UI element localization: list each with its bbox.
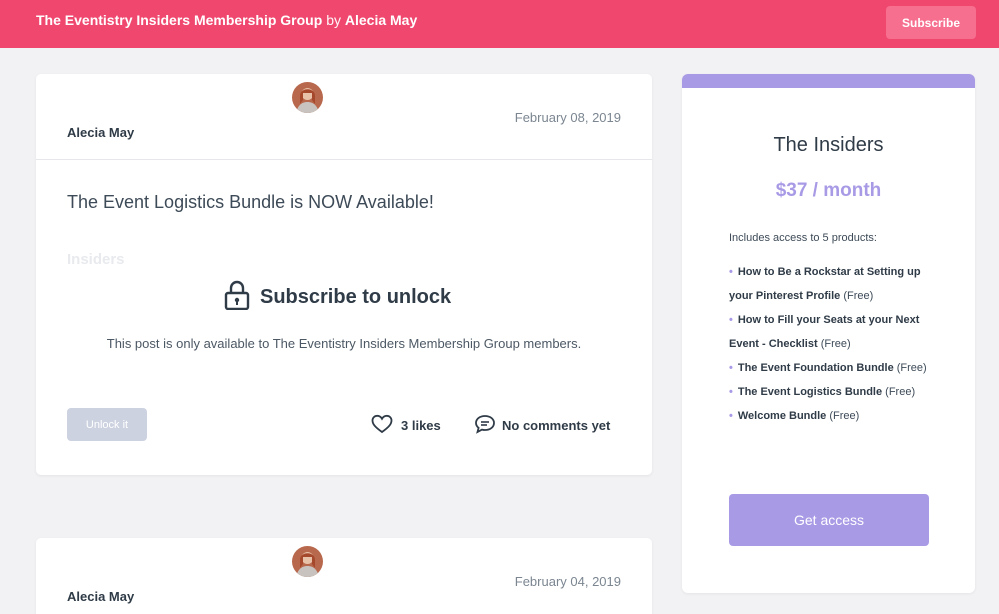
by-label: by [326, 12, 341, 28]
lock-notice: Subscribe to unlock [224, 280, 451, 315]
product-name[interactable]: Welcome Bundle [738, 410, 826, 422]
plan-accent-band [682, 74, 975, 88]
includes-label: Includes access to 5 products: [729, 232, 877, 244]
like-button[interactable]: 3 likes [371, 414, 441, 437]
bullet-icon: • [729, 314, 733, 326]
list-item: • How to Be a Rockstar at Setting up your… [729, 260, 929, 308]
plan-name: The Insiders [773, 134, 884, 156]
unlock-button[interactable]: Unlock it [67, 408, 147, 441]
post-date: February 08, 2019 [514, 110, 621, 125]
product-price: (Free) [820, 338, 851, 350]
heart-icon [371, 414, 401, 437]
product-name[interactable]: How to Be a Rockstar at Setting up your … [729, 266, 921, 302]
avatar[interactable] [292, 82, 323, 113]
lock-description: This post is only available to The Event… [106, 336, 582, 351]
list-item: • Welcome Bundle (Free) [729, 404, 929, 428]
product-price: (Free) [843, 290, 874, 302]
likes-count: 3 likes [401, 418, 441, 433]
divider [36, 159, 652, 160]
product-price: (Free) [885, 386, 916, 398]
product-price: (Free) [896, 362, 927, 374]
comments-button[interactable]: No comments yet [474, 414, 610, 437]
post-card: Alecia May February 08, 2019 The Event L… [36, 74, 652, 475]
product-list: • How to Be a Rockstar at Setting up your… [729, 260, 929, 428]
post-tag: Insiders [67, 251, 125, 268]
lock-title: Subscribe to unlock [260, 286, 452, 308]
list-item: • The Event Foundation Bundle (Free) [729, 356, 929, 380]
subscribe-button[interactable]: Subscribe [886, 6, 976, 39]
list-item: • How to Fill your Seats at your Next Eve… [729, 308, 929, 356]
bullet-icon: • [729, 410, 733, 422]
top-bar: The Eventistry Insiders Membership Group… [0, 0, 999, 48]
owner-name[interactable]: Alecia May [345, 12, 417, 28]
bullet-icon: • [729, 362, 733, 374]
avatar[interactable] [292, 546, 323, 577]
post-author[interactable]: Alecia May [67, 589, 134, 604]
get-access-button[interactable]: Get access [729, 494, 929, 546]
bullet-icon: • [729, 386, 733, 398]
post-author[interactable]: Alecia May [67, 125, 134, 140]
product-name[interactable]: The Event Foundation Bundle [738, 362, 894, 374]
page-title: The Eventistry Insiders Membership Group… [36, 12, 417, 28]
group-name[interactable]: The Eventistry Insiders Membership Group [36, 12, 322, 28]
list-item: • The Event Logistics Bundle (Free) [729, 380, 929, 404]
bullet-icon: • [729, 266, 733, 278]
post-card: Alecia May February 04, 2019 [36, 538, 652, 614]
plan-card: The Insiders $37 / month Includes access… [682, 74, 975, 593]
post-title[interactable]: The Event Logistics Bundle is NOW Availa… [67, 192, 434, 213]
comments-count: No comments yet [502, 418, 611, 433]
comment-icon [474, 414, 502, 437]
post-date: February 04, 2019 [514, 574, 621, 589]
lock-icon [224, 280, 260, 315]
product-name[interactable]: The Event Logistics Bundle [738, 386, 882, 398]
product-price: (Free) [829, 410, 860, 422]
plan-price: $37 / month [775, 180, 882, 201]
